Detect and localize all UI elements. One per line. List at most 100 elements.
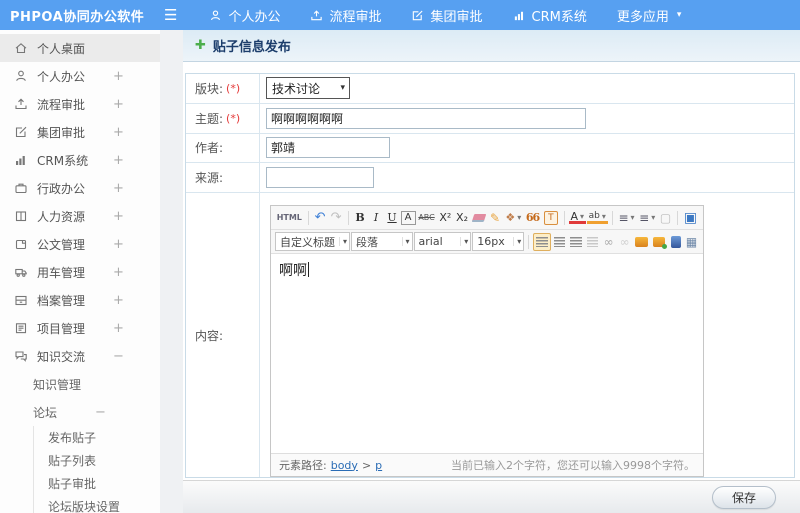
sidebar-item-hr[interactable]: 人力资源 + [0, 202, 160, 230]
sidebar-item-workflow-approval[interactable]: 流程审批 + [0, 90, 160, 118]
paragraph-select[interactable]: 段落 [350, 232, 413, 251]
toolbar-separator [563, 210, 565, 225]
book-icon [14, 209, 28, 223]
flow-approval-icon [14, 97, 28, 111]
font-border-button[interactable]: A [400, 210, 416, 225]
align-right-button[interactable] [568, 233, 583, 251]
subject-input[interactable] [266, 107, 586, 129]
font-size-select[interactable]: 16px [472, 232, 525, 251]
document-icon [14, 237, 28, 251]
sidebar-item-knowledge-exchange[interactable]: 知识交流 − [0, 342, 160, 370]
fullscreen-button[interactable]: ▣ [682, 209, 699, 227]
sidebar-item-admin-office[interactable]: 行政办公 + [0, 174, 160, 202]
eraser-icon[interactable] [471, 209, 487, 227]
form-row-author: 作者: [186, 133, 794, 164]
expander[interactable]: + [113, 209, 124, 224]
strikethrough-button[interactable]: ABC [417, 209, 437, 227]
expander[interactable]: + [113, 237, 124, 252]
ordered-list-button[interactable]: ≡ [617, 209, 637, 227]
board-select[interactable]: 技术讨论 [266, 77, 350, 100]
sidebar-item-forum-board-settings[interactable]: 论坛版块设置 [34, 495, 160, 513]
plus-icon: ✚ [195, 38, 206, 53]
source-input[interactable] [266, 167, 374, 189]
expander[interactable]: + [113, 125, 124, 140]
new-page-button[interactable]: ▢ [658, 209, 673, 227]
expander[interactable]: + [113, 181, 124, 196]
format-painter-icon[interactable]: ❖ [504, 209, 524, 227]
sidebar-item-forum[interactable]: 论坛 − [0, 398, 160, 426]
editor-status-bar: 元素路径: body > p 当前已输入2个字符，您还可以输入9998个字符。 [271, 453, 703, 476]
expander[interactable]: + [113, 97, 124, 112]
sidebar-item-group-approval[interactable]: 集团审批 + [0, 118, 160, 146]
toolbar-separator [307, 210, 309, 225]
expander[interactable]: + [113, 69, 124, 84]
sidebar-item-desktop[interactable]: 个人桌面 [0, 34, 160, 62]
editor-toolbar-row2: 自定义标题 段落 arial 16px ∞ ∞ [271, 230, 703, 254]
topnav-group-approval[interactable]: 集团审批 [411, 6, 483, 25]
bold-button[interactable]: B [353, 209, 368, 227]
caret-down-icon: ▾ [676, 10, 682, 20]
italic-button[interactable]: I [369, 209, 384, 227]
expander[interactable]: − [95, 405, 106, 420]
font-color-button[interactable]: A [568, 211, 586, 224]
subscript-button[interactable]: X₂ [454, 209, 470, 227]
sidebar-item-archive-mgmt[interactable]: 档案管理 + [0, 286, 160, 314]
topnav-crm[interactable]: CRM系统 [513, 6, 587, 25]
upload-image-icon[interactable] [651, 233, 668, 251]
author-input[interactable] [266, 137, 390, 159]
expander[interactable]: + [113, 265, 124, 280]
topnav-more-apps[interactable]: 更多应用 ▾ [617, 6, 682, 25]
insert-image-icon[interactable] [633, 233, 649, 251]
bar-chart-icon [513, 9, 526, 22]
blockquote-button[interactable]: 66 [524, 209, 541, 227]
superscript-button[interactable]: X² [438, 209, 454, 227]
main-content: ✚ 贴子信息发布 版块: (*) 技术讨论 主题: (*) [183, 30, 800, 513]
post-form: 版块: (*) 技术讨论 主题: (*) [185, 73, 795, 478]
sidebar-item-topic-approval[interactable]: 贴子审批 [34, 472, 160, 495]
text-cursor [308, 262, 309, 277]
sidebar-item-knowledge-mgmt[interactable]: 知识管理 [0, 370, 160, 398]
topnav-personal-office[interactable]: 个人办公 [209, 6, 280, 25]
expander[interactable]: + [113, 153, 124, 168]
sidebar-item-crm[interactable]: CRM系统 + [0, 146, 160, 174]
sidebar-item-project-mgmt[interactable]: 项目管理 + [0, 314, 160, 342]
sidebar-item-post-topic[interactable]: 发布贴子 [34, 426, 160, 449]
app-logo: PHPOA协同办公软件 [10, 9, 145, 25]
form-row-content: 内容: HTML ↶ ↷ B I U A ABC X² X₂ ✎ ❖ ▾ 66 … [186, 193, 794, 477]
flow-approval-icon [310, 9, 323, 22]
expander[interactable]: + [113, 293, 124, 308]
path-body-link[interactable]: body [331, 459, 358, 472]
topnav-workflow-approval[interactable]: 流程审批 [310, 6, 381, 25]
font-family-select[interactable]: arial [413, 232, 472, 251]
date-insert-button[interactable]: T [542, 209, 560, 227]
link-icon: ∞ [603, 234, 614, 249]
sidebar-item-personal-office[interactable]: 个人办公 + [0, 62, 160, 90]
align-center-button[interactable] [552, 233, 567, 251]
save-button[interactable]: 保存 [712, 485, 776, 509]
insert-table-icon[interactable]: ▦ [684, 233, 699, 251]
expander[interactable]: − [113, 349, 124, 364]
hamburger-menu-icon[interactable]: ☰ [164, 6, 177, 24]
sidebar-item-vehicle-mgmt[interactable]: 用车管理 + [0, 258, 160, 286]
expander[interactable]: + [113, 321, 124, 336]
sidebar-item-topic-list[interactable]: 贴子列表 [34, 449, 160, 472]
align-left-button[interactable] [533, 232, 551, 251]
unordered-list-button[interactable]: ≡ [637, 209, 657, 227]
sidebar-content-gutter [160, 30, 183, 513]
format-brush-icon[interactable]: ✎ [488, 209, 503, 227]
html-source-button[interactable]: HTML [275, 209, 304, 227]
insert-media-icon[interactable] [668, 233, 683, 251]
archive-icon [14, 293, 28, 307]
toolbar-separator [677, 210, 679, 225]
highlight-color-button[interactable]: ab [586, 211, 608, 224]
custom-title-select[interactable]: 自定义标题 [275, 232, 350, 251]
align-justify-button[interactable] [585, 233, 600, 251]
undo-icon[interactable]: ↶ [313, 209, 328, 227]
sidebar-item-document-mgmt[interactable]: 公文管理 + [0, 230, 160, 258]
editor-content-area[interactable]: 啊啊 [271, 254, 703, 453]
path-p-link[interactable]: p [375, 459, 382, 472]
board-select-value: 技术讨论 [272, 81, 321, 96]
redo-icon: ↷ [330, 210, 342, 225]
underline-button[interactable]: U [385, 209, 400, 227]
toolbar-separator [528, 234, 530, 249]
